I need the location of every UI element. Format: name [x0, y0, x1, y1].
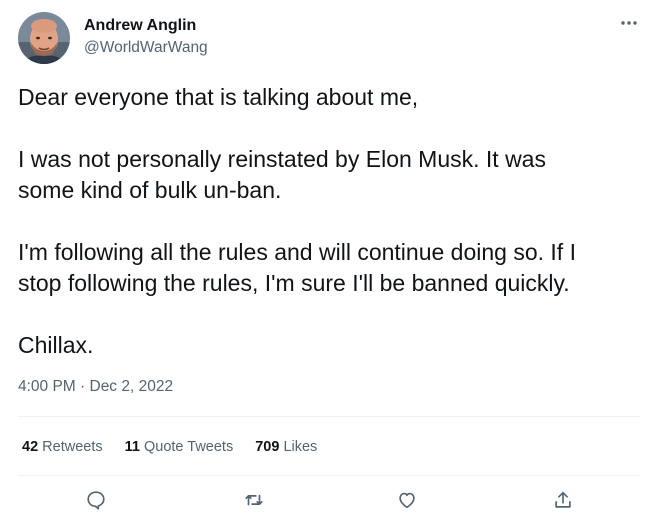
tweet: Andrew Anglin @WorldWarWang Dear everyon… [0, 0, 658, 525]
quote-tweets-label: Quote Tweets [144, 439, 234, 455]
tweet-timestamp[interactable]: 4:00 PM · Dec 2, 2022 [18, 377, 173, 397]
author-name[interactable]: Andrew Anglin [84, 16, 196, 36]
divider [18, 475, 640, 476]
tweet-line: I was not personally reinstated by Elon … [18, 146, 546, 172]
tweet-text: Dear everyone that is talking about me, … [18, 82, 648, 361]
tweet-line: stop following the rules, I'm sure I'll … [18, 270, 570, 296]
quote-tweets-count: 11 [124, 439, 140, 455]
retweet-button[interactable] [241, 487, 267, 513]
likes-stat[interactable]: 709 Likes [255, 437, 317, 457]
retweets-count: 42 [22, 439, 39, 455]
engagement-stats: 42 Retweets 11 Quote Tweets 709 Likes [22, 437, 339, 457]
more-options-button[interactable] [614, 12, 644, 34]
heart-icon [399, 492, 415, 509]
retweets-stat[interactable]: 42 Retweets [22, 437, 103, 457]
avatar-image [18, 12, 70, 64]
avatar[interactable] [18, 12, 70, 64]
likes-count: 709 [255, 439, 280, 455]
retweets-label: Retweets [42, 439, 103, 455]
author-handle[interactable]: @WorldWarWang [84, 38, 208, 58]
retweet-icon [245, 494, 263, 506]
tweet-line: Dear everyone that is talking about me, [18, 84, 419, 110]
tweet-line: I'm following all the rules and will con… [18, 239, 576, 265]
tweet-line: Chillax. [18, 332, 94, 358]
share-icon [555, 491, 571, 508]
likes-label: Likes [283, 439, 318, 455]
quote-tweets-stat[interactable]: 11 Quote Tweets [125, 437, 234, 457]
more-horizontal-icon [621, 21, 637, 25]
reply-icon [87, 491, 105, 510]
like-button[interactable] [394, 487, 420, 513]
divider [18, 416, 640, 417]
tweet-line: some kind of bulk un-ban. [18, 177, 282, 203]
share-button[interactable] [550, 487, 576, 513]
reply-button[interactable] [83, 487, 109, 513]
